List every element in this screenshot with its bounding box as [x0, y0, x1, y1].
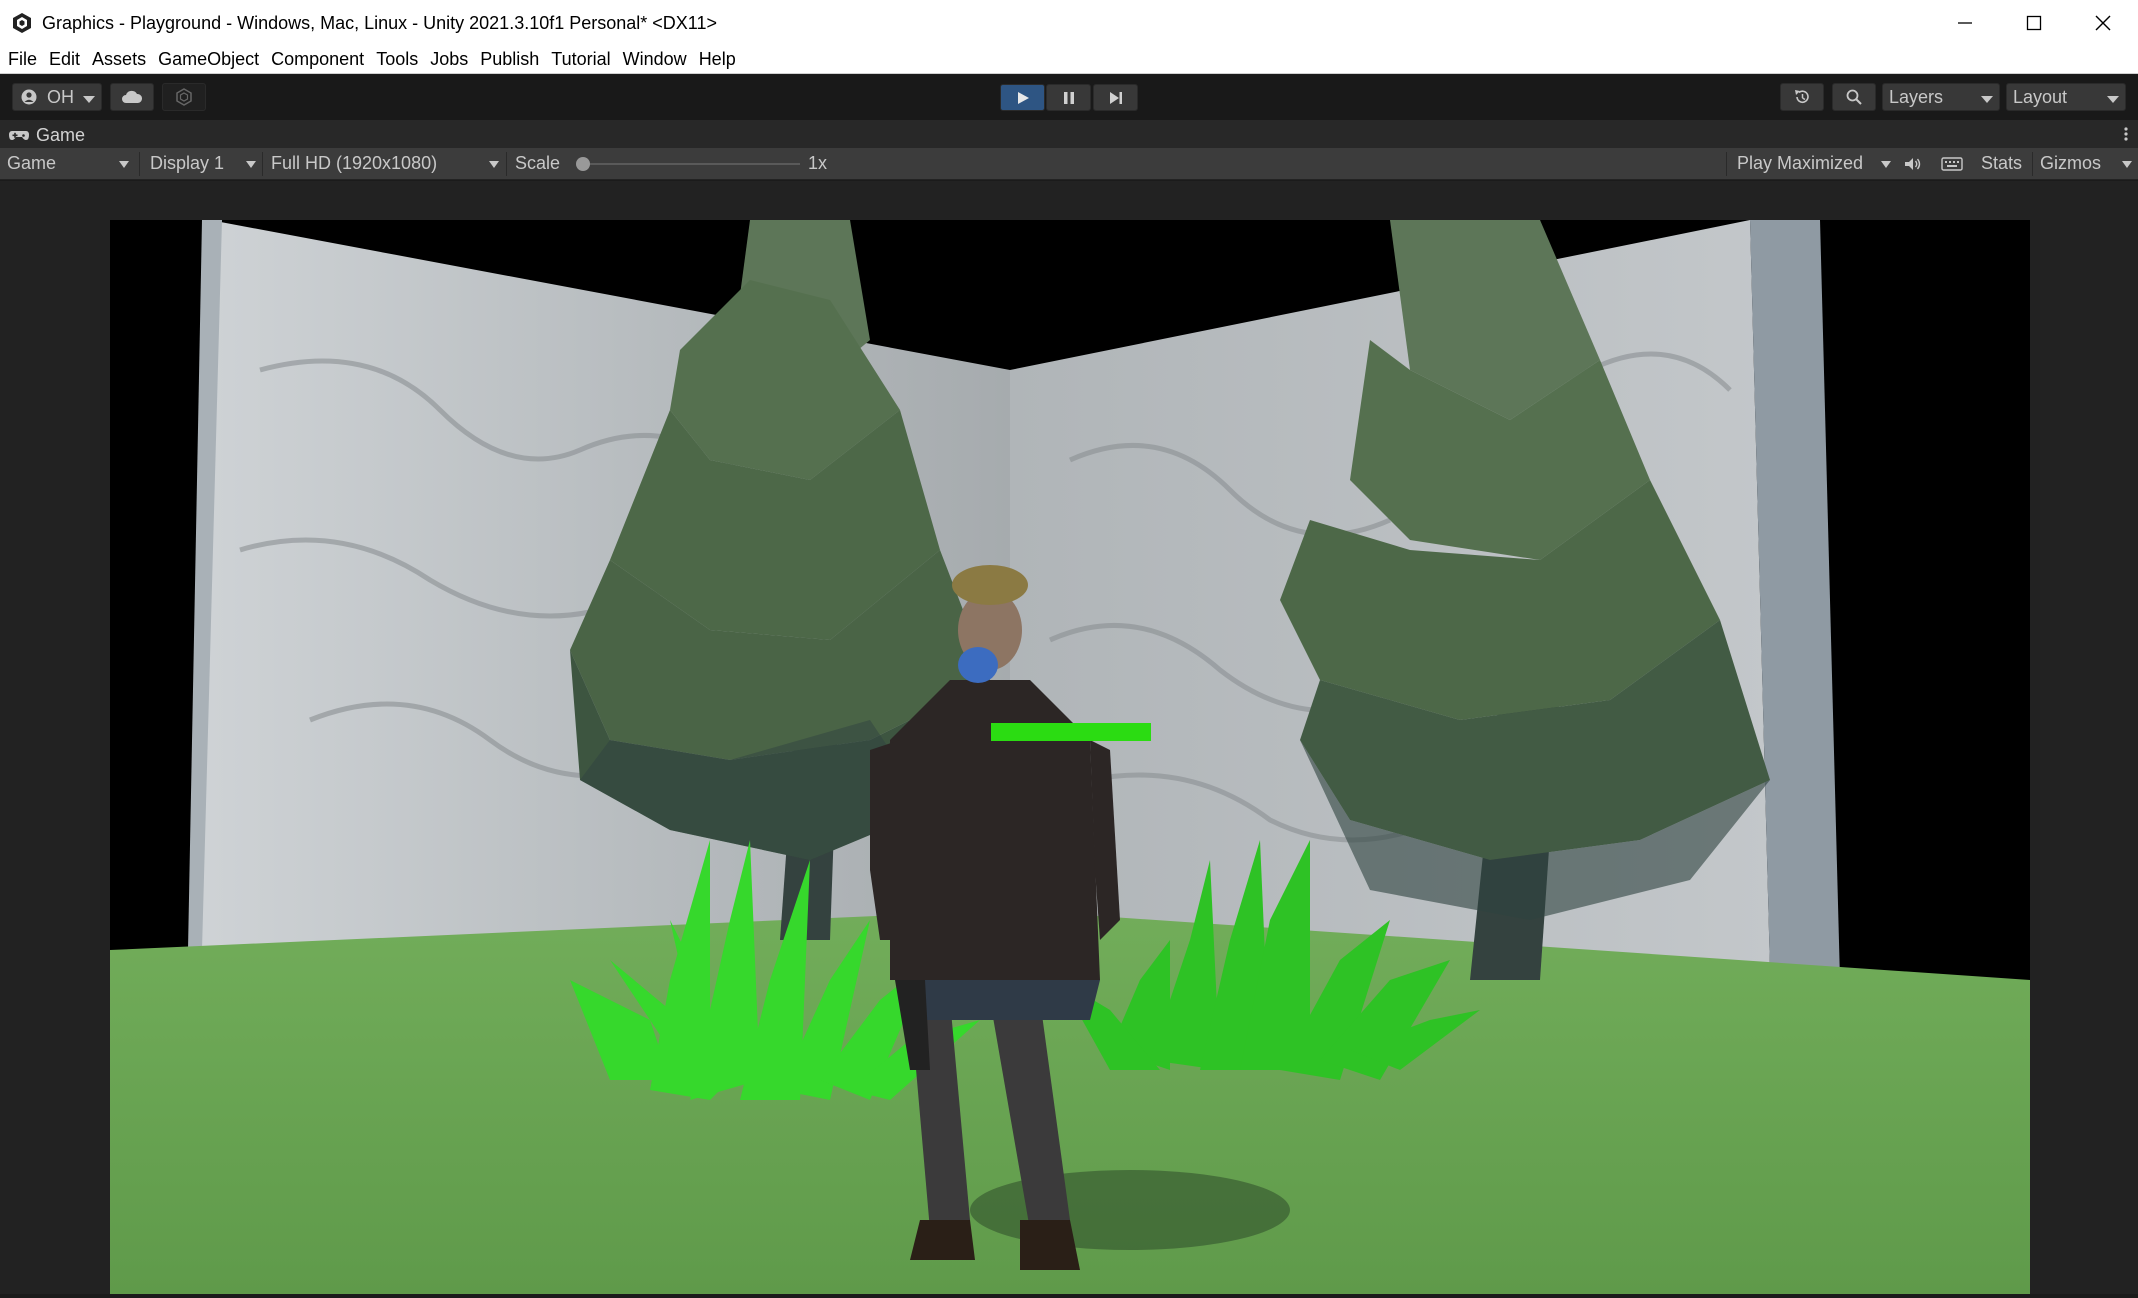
- game-viewport[interactable]: [110, 220, 2030, 1294]
- toolbar-divider: [2032, 152, 2033, 176]
- play-button[interactable]: [1000, 84, 1045, 111]
- menu-file[interactable]: File: [2, 49, 43, 70]
- search-icon: [1846, 89, 1862, 105]
- scale-value-text: 1x: [808, 153, 828, 173]
- chevron-down-icon: [489, 161, 499, 168]
- panel-menu-button[interactable]: [2122, 124, 2130, 144]
- menu-gameobject[interactable]: GameObject: [152, 49, 265, 70]
- menu-tools[interactable]: Tools: [370, 49, 424, 70]
- play-mode-label: Play Maximized: [1737, 153, 1864, 173]
- menu-assets[interactable]: Assets: [86, 49, 152, 70]
- layers-dropdown[interactable]: Layers: [1882, 83, 2000, 111]
- stats-label: Stats: [1981, 153, 2023, 173]
- toolbar-divider: [139, 152, 140, 176]
- play-icon: [1017, 91, 1029, 104]
- chevron-down-icon: [83, 96, 95, 103]
- stats-button[interactable]: Stats: [1981, 148, 2022, 179]
- step-button[interactable]: [1093, 84, 1138, 111]
- toolbar-divider: [262, 152, 263, 176]
- scale-slider-thumb[interactable]: [576, 157, 590, 171]
- gamepad-icon: [9, 131, 29, 140]
- chevron-down-icon: [119, 161, 129, 168]
- minimize-button[interactable]: [1930, 0, 2000, 46]
- display-label: Display 1: [150, 153, 225, 173]
- scale-value: 1x: [808, 148, 827, 179]
- unity-logo-icon: [10, 11, 34, 35]
- gizmos-dropdown[interactable]: Gizmos: [2040, 148, 2132, 179]
- tab-game-label: Game: [36, 124, 86, 145]
- menu-edit[interactable]: Edit: [43, 49, 86, 70]
- pause-icon: [1063, 91, 1074, 104]
- cloud-button[interactable]: [110, 83, 154, 111]
- cloud-icon: [122, 90, 143, 103]
- chevron-down-icon: [2122, 161, 2132, 168]
- toolbar-divider: [506, 152, 507, 176]
- collab-button[interactable]: [162, 83, 206, 111]
- menu-tutorial[interactable]: Tutorial: [545, 49, 616, 70]
- maximize-icon: [2026, 15, 2042, 31]
- collab-icon: [176, 88, 192, 106]
- mute-audio-button[interactable]: [1903, 148, 1925, 179]
- keyboard-icon: [1941, 156, 1963, 171]
- chevron-down-icon: [1881, 161, 1891, 168]
- pause-button[interactable]: [1046, 84, 1091, 111]
- view-mode-label: Game: [7, 153, 57, 173]
- layout-dropdown[interactable]: Layout: [2006, 83, 2126, 111]
- account-label: OH: [47, 86, 74, 107]
- display-dropdown[interactable]: Display 1: [150, 148, 256, 179]
- scale-label-text: Scale: [515, 153, 561, 173]
- speaker-icon: [1905, 157, 1921, 170]
- resolution-dropdown[interactable]: Full HD (1920x1080): [271, 148, 499, 179]
- tab-game[interactable]: Game: [8, 122, 85, 148]
- view-mode-dropdown[interactable]: Game: [7, 148, 131, 179]
- play-mode-dropdown[interactable]: Play Maximized: [1737, 148, 1891, 179]
- scale-slider-track: [580, 163, 800, 165]
- game-view-toolbar: Game Display 1 Full HD (1920x1080) Scale…: [0, 148, 2138, 180]
- layout-label: Layout: [2013, 86, 2068, 107]
- window-titlebar: Graphics - Playground - Windows, Mac, Li…: [0, 0, 2138, 46]
- health-bar: [991, 723, 1151, 741]
- menu-component[interactable]: Component: [265, 49, 370, 70]
- search-button[interactable]: [1832, 83, 1876, 111]
- menu-help[interactable]: Help: [693, 49, 742, 70]
- resolution-label: Full HD (1920x1080): [271, 153, 438, 173]
- chevron-down-icon: [1981, 96, 1993, 103]
- character-shadow: [970, 1170, 1290, 1250]
- toolbar-divider: [1726, 152, 1727, 176]
- shortcuts-button[interactable]: [1941, 148, 1965, 179]
- account-dropdown[interactable]: OH: [12, 83, 102, 111]
- account-icon: [21, 89, 37, 105]
- chevron-down-icon: [246, 161, 256, 168]
- main-toolbar: OH Layers Layout: [0, 75, 2138, 120]
- menu-window[interactable]: Window: [617, 49, 693, 70]
- minimize-icon: [1958, 22, 1972, 24]
- menu-bar: File Edit Assets GameObject Component To…: [0, 46, 2138, 74]
- close-button[interactable]: [2068, 0, 2138, 46]
- scale-slider[interactable]: [576, 156, 800, 172]
- menu-jobs[interactable]: Jobs: [424, 49, 474, 70]
- maximize-button[interactable]: [1999, 0, 2069, 46]
- menu-publish[interactable]: Publish: [474, 49, 545, 70]
- game-scene: [110, 220, 2030, 1294]
- chevron-down-icon: [2107, 96, 2119, 103]
- health-bar-fill: [991, 723, 1151, 741]
- gizmos-label: Gizmos: [2040, 153, 2102, 173]
- undo-history-button[interactable]: [1780, 83, 1824, 111]
- more-vertical-icon: [2124, 127, 2128, 141]
- scale-label: Scale: [515, 148, 560, 179]
- close-icon: [2095, 15, 2111, 31]
- layers-label: Layers: [1889, 86, 1944, 107]
- history-icon: [1795, 90, 1809, 103]
- game-panel-tabbar: Game: [0, 120, 2138, 148]
- step-icon: [1109, 91, 1122, 104]
- window-title: Graphics - Playground - Windows, Mac, Li…: [42, 12, 717, 33]
